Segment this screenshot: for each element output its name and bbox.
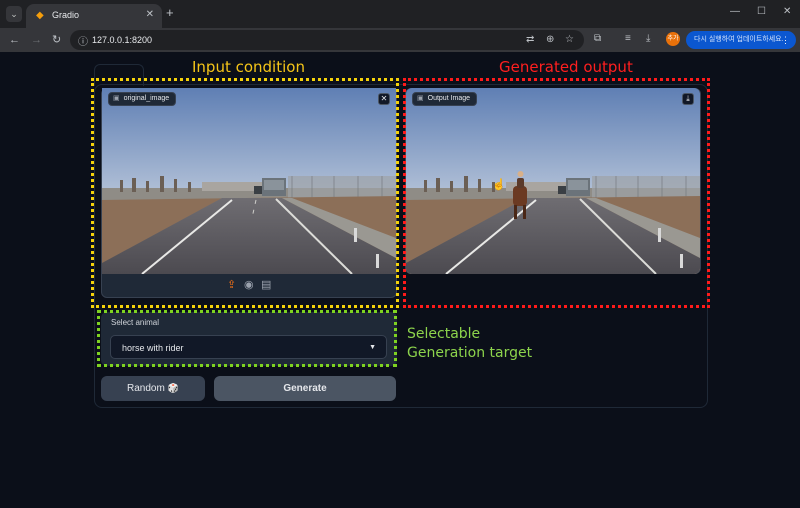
zoom-icon[interactable]: ⊕ [546,34,554,45]
random-button-label: Random [126,383,165,394]
dice-icon: 🎲 [167,383,180,393]
extensions-icon[interactable]: ⧉ [594,33,601,44]
translate-icon[interactable]: ⇄ [526,34,534,45]
browser-tab[interactable]: ◆ Gradio ✕ [26,4,162,28]
update-label: 다시 실행하여 업데이트하세요. [694,36,784,43]
generation-target-line1: Selectable [407,326,481,342]
generated-output-annotation: Generated output [499,58,633,76]
url-text: 127.0.0.1:8200 [92,35,153,45]
update-button[interactable]: 다시 실행하여 업데이트하세요. ⋮ [686,31,796,49]
site-info-icon[interactable]: ⓘ [78,33,88,48]
browser-tab-bar: ⌄ ◆ Gradio ✕ + — ☐ ✕ [0,0,800,28]
input-condition-highlight [91,78,399,308]
media-icon[interactable]: ≡ [625,33,631,44]
profile-avatar[interactable]: 추가 [666,32,680,46]
generated-output-highlight [403,78,710,308]
tab-search-icon[interactable]: ⌄ [6,6,22,22]
new-tab-icon[interactable]: + [166,6,174,20]
bookmark-star-icon[interactable]: ☆ [565,34,574,45]
tab-close-icon[interactable]: ✕ [146,9,154,20]
minimize-icon[interactable]: — [730,6,740,17]
forward-icon[interactable]: → [31,32,42,48]
generate-button[interactable]: Generate [214,376,396,401]
generation-target-highlight [97,310,397,367]
browser-toolbar: ← → ↻ ⓘ 127.0.0.1:8200 ⇄ ⊕ ☆ ⧉ ≡ ⤓ 추가 다시… [0,28,800,52]
maximize-icon[interactable]: ☐ [757,6,766,17]
address-bar[interactable]: ⓘ 127.0.0.1:8200 ⇄ ⊕ ☆ [70,30,584,50]
input-condition-annotation: Input condition [192,58,305,76]
generation-target-line2: Generation target [407,345,533,361]
tab-title: Gradio [52,10,80,20]
menu-dots-icon[interactable]: ⋮ [781,31,790,49]
window-close-icon[interactable]: ✕ [783,6,791,17]
random-button[interactable]: Random 🎲 [101,376,205,401]
gradio-favicon-icon: ◆ [36,10,44,21]
download-icon[interactable]: ⤓ [646,33,650,44]
generate-button-label: Generate [283,383,327,394]
generation-target-annotation: Selectable Generation target [407,325,532,363]
reload-icon[interactable]: ↻ [52,32,61,48]
back-icon[interactable]: ← [9,32,20,48]
